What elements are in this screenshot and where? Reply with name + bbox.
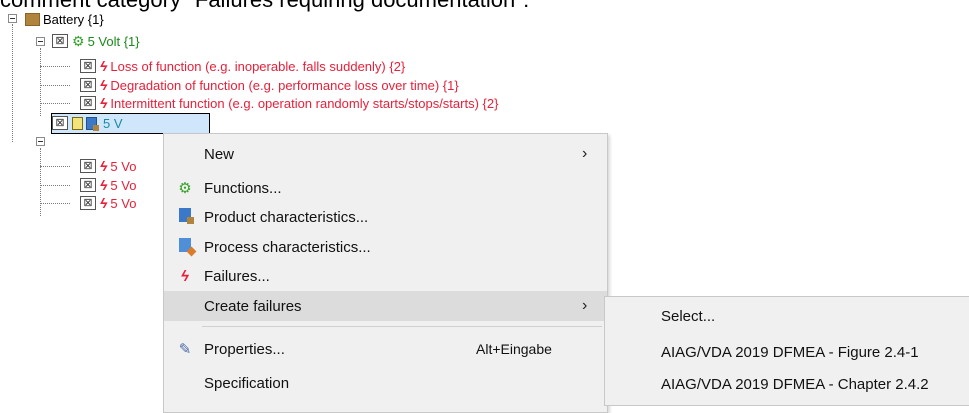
tree-node-label: 5 Vo [110, 195, 137, 211]
menu-item-create-failures[interactable]: Create failures › [164, 291, 607, 321]
tree-node-label: Intermittent function (e.g. operation ra… [110, 95, 499, 111]
menu-item-new[interactable]: New › [164, 139, 607, 169]
submenu-item-label: AIAG/VDA 2019 DFMEA - Figure 2.4-1 [661, 343, 919, 361]
functions-icon: ⚙ [178, 180, 192, 197]
tree-node-label: Loss of function (e.g. inoperable. falls… [110, 58, 406, 74]
tree-node-label: Battery {1} [43, 11, 104, 27]
tree-node-battery[interactable]: Battery {1} [25, 10, 104, 28]
failure-bolt-icon: ϟ [100, 195, 108, 211]
checkbox-icon[interactable]: ⊠ [80, 59, 96, 73]
submenu-item-select[interactable]: Select... [605, 301, 969, 331]
menu-item-label: Product characteristics... [204, 208, 369, 226]
submenu-item-chapter-2-4-2[interactable]: AIAG/VDA 2019 DFMEA - Chapter 2.4.2 [605, 369, 969, 399]
tree-node-failure[interactable]: ⊠ ϟ Loss of function (e.g. inoperable. f… [80, 57, 405, 75]
failure-bolt-icon: ϟ [100, 158, 108, 174]
menu-item-label: Failures... [204, 267, 270, 285]
checkbox-icon[interactable]: ⊠ [80, 159, 96, 173]
context-menu: New › ⚙ Functions... Product characteris… [163, 133, 608, 413]
checkbox-icon[interactable]: ⊠ [52, 34, 68, 48]
tree-node-failure[interactable]: ⊠ ϟ Intermittent function (e.g. operatio… [80, 94, 498, 112]
failure-bolt-icon: ϟ [100, 58, 108, 74]
failure-bolt-icon: ϟ [100, 95, 108, 111]
tree-node-selected[interactable]: ⊠ 5 V [52, 114, 123, 132]
checkbox-icon[interactable]: ⊠ [80, 96, 96, 110]
tree-node-label: 5 Vo [110, 177, 137, 193]
menu-item-label: Process characteristics... [204, 238, 371, 256]
function-collapse-toggle[interactable] [36, 37, 45, 46]
checkbox-icon[interactable]: ⊠ [80, 78, 96, 92]
create-failures-submenu: Select... AIAG/VDA 2019 DFMEA - Figure 2… [604, 296, 969, 406]
submenu-item-figure-2-4-1[interactable]: AIAG/VDA 2019 DFMEA - Figure 2.4-1 [605, 337, 969, 367]
failure-bolt-icon: ϟ [100, 77, 108, 93]
process-characteristics-icon [174, 238, 196, 256]
chevron-right-icon: › [582, 145, 588, 162]
checkbox-icon[interactable]: ⊠ [80, 178, 96, 192]
menu-item-properties[interactable]: ✎ Properties... Alt+Eingabe [164, 334, 607, 364]
failure-bolt-icon: ϟ [100, 177, 108, 193]
submenu-item-label: Select... [661, 307, 716, 325]
menu-item-label: Properties... [204, 340, 285, 358]
tree-node-function[interactable]: ⊠ ⚙ 5 Volt {1} [52, 32, 140, 50]
menu-item-product-characteristics[interactable]: Product characteristics... [164, 202, 607, 232]
product-characteristic-icon [86, 116, 99, 131]
pencil-icon: ✎ [178, 341, 192, 358]
failure-bolt-icon: ϟ [181, 267, 189, 285]
menu-item-failures[interactable]: ϟ Failures... [164, 261, 607, 291]
menu-item-label: Specification [204, 374, 290, 392]
menu-item-label: Create failures [204, 297, 302, 315]
menu-item-shortcut: Alt+Eingabe [476, 341, 552, 357]
checkbox-icon[interactable]: ⊠ [52, 116, 68, 130]
tree-node-failure[interactable]: ⊠ ϟ 5 Vo [80, 176, 136, 194]
product-characteristics-icon [174, 208, 196, 226]
menu-item-process-characteristics[interactable]: Process characteristics... [164, 232, 607, 262]
tree-node-label: 5 V [103, 115, 123, 131]
tree-node-failure[interactable]: ⊠ ϟ Degradation of function (e.g. perfor… [80, 76, 459, 94]
characteristic-icon [72, 116, 83, 130]
tree-node-label: 5 Vo [110, 158, 137, 174]
root-collapse-toggle[interactable] [8, 14, 17, 23]
menu-item-label: Functions... [204, 179, 282, 197]
tree-node-label: Degradation of function (e.g. performanc… [110, 77, 459, 93]
tree-node-failure[interactable]: ⊠ ϟ 5 Vo [80, 194, 136, 212]
menu-item-label: New [204, 145, 235, 163]
component-icon [25, 12, 40, 26]
submenu-item-label: AIAG/VDA 2019 DFMEA - Chapter 2.4.2 [661, 375, 929, 393]
menu-item-functions[interactable]: ⚙ Functions... [164, 173, 607, 203]
tree-node-label: 5 Volt {1} [87, 33, 140, 49]
menu-separator [202, 326, 602, 327]
selected-collapse-toggle[interactable] [36, 137, 45, 146]
menu-item-specification[interactable]: Specification [164, 368, 607, 398]
checkbox-icon[interactable]: ⊠ [80, 196, 96, 210]
tree-node-failure[interactable]: ⊠ ϟ 5 Vo [80, 157, 136, 175]
chevron-right-icon: › [582, 297, 588, 314]
functions-icon: ⚙ [72, 33, 85, 49]
